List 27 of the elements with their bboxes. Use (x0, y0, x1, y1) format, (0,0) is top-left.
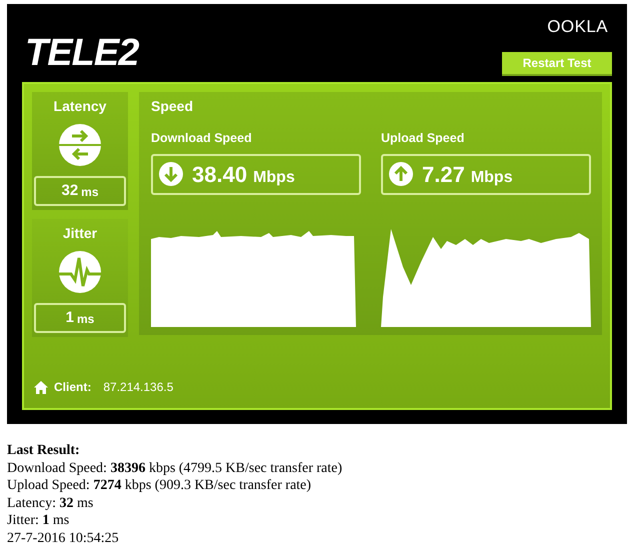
result-line: Upload Speed: 7274 kbps (909.3 KB/sec transfer rate) (7, 477, 312, 494)
client-label: Client: (54, 379, 92, 396)
result-line: 27-7-2016 10:54:25 (7, 530, 120, 547)
metric-value: 32 (61, 180, 78, 201)
metric-unit: ms (81, 184, 99, 201)
metric-unit: ms (77, 311, 94, 328)
pulse-icon (58, 250, 102, 294)
result-heading: Last Result: (7, 442, 81, 460)
speed-value: 7.27 (422, 160, 465, 189)
logo: TELE2 (25, 34, 138, 72)
arrows-icon (58, 123, 102, 167)
card-title: Latency (54, 97, 106, 116)
client-ip: 87.214.136.5 (103, 379, 174, 396)
home-icon (34, 380, 48, 394)
speed-value: 38.40 (192, 160, 248, 189)
metric-value: 1 (66, 308, 74, 328)
restart-button[interactable]: Restart Test (502, 52, 612, 76)
card-title: Jitter (62, 224, 98, 243)
test-label: Upload Speed (381, 130, 466, 147)
result-line: Download Speed: 38396 kbps (4799.5 KB/sec transfer rate) (7, 460, 344, 477)
result-line: Jitter: 1 ms (7, 512, 70, 530)
speed-unit: Mbps (253, 168, 295, 188)
brand-logo: OOKLA (547, 18, 608, 35)
result-line: Latency: 32 ms (7, 494, 94, 512)
card-title: Speed (151, 97, 194, 116)
speed-unit: Mbps (470, 168, 513, 188)
test-label: Download Speed (151, 130, 253, 147)
